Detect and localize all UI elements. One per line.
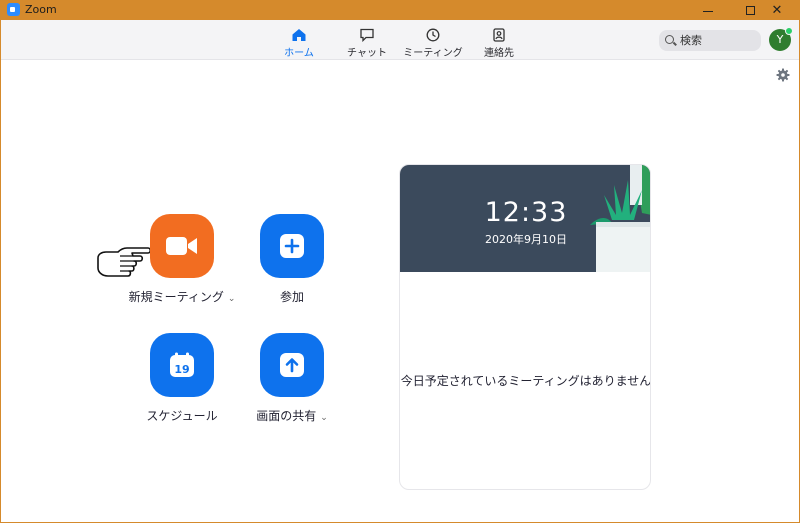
calendar-day-number: 19: [174, 363, 189, 376]
new-meeting-action[interactable]: 新規ミーティング ⌄: [122, 214, 242, 305]
no-meetings-message: 今日予定されているミーティングはありません: [400, 374, 651, 388]
chevron-down-icon[interactable]: ⌄: [320, 413, 328, 423]
search-placeholder: 検索: [680, 34, 702, 47]
zoom-app-icon: [7, 3, 20, 16]
zoom-window: Zoom ✕ ホーム チャット ミーティング 連絡先 検索 Y 新規ミーティング…: [1, 0, 799, 522]
calendar-icon: 19: [170, 352, 194, 377]
new-meeting-button[interactable]: [150, 214, 214, 278]
window-title: Zoom: [25, 3, 57, 16]
minimize-button[interactable]: [686, 0, 730, 20]
share-screen-button[interactable]: [260, 333, 324, 397]
tab-home[interactable]: ホーム: [269, 28, 329, 59]
close-icon: ✕: [771, 2, 783, 18]
share-screen-action[interactable]: 画面の共有 ⌄: [232, 333, 352, 424]
online-status-icon: [785, 27, 793, 35]
tab-home-label: ホーム: [284, 48, 314, 59]
join-action[interactable]: 参加: [232, 214, 352, 305]
tab-meetings[interactable]: ミーティング: [403, 28, 463, 59]
video-camera-icon: [166, 237, 197, 255]
maximize-icon: [745, 5, 755, 15]
tab-contacts[interactable]: 連絡先: [469, 28, 529, 59]
close-button[interactable]: ✕: [755, 0, 799, 20]
current-date: 2020年9月10日: [485, 233, 567, 246]
chat-bubble-icon: [360, 28, 374, 42]
tab-chat-label: チャット: [347, 48, 387, 59]
avatar-initial: Y: [776, 33, 784, 46]
minimize-icon: [703, 10, 713, 12]
contact-card-icon: [493, 28, 505, 42]
schedule-button[interactable]: 19: [150, 333, 214, 397]
share-screen-label: 画面の共有: [256, 409, 317, 423]
tab-contacts-label: 連絡先: [484, 48, 514, 59]
plus-icon: [280, 234, 304, 258]
join-button[interactable]: [260, 214, 324, 278]
card-header: 12:33 2020年9月10日: [400, 165, 650, 272]
search-input[interactable]: 検索: [659, 30, 761, 51]
current-time: 12:33: [484, 197, 568, 228]
clock-icon: [426, 28, 440, 42]
schedule-label: スケジュール: [146, 409, 218, 423]
home-icon: [292, 29, 306, 41]
join-label: 参加: [279, 290, 304, 304]
upcoming-meetings-card: 12:33 2020年9月10日 今日予定されているミーティングはありません: [399, 164, 651, 490]
avatar[interactable]: Y: [769, 27, 793, 51]
tab-meetings-label: ミーティング: [403, 48, 463, 59]
top-navigation: ホーム チャット ミーティング 連絡先 検索 Y: [1, 20, 799, 60]
share-arrow-icon: [280, 353, 304, 377]
tab-chat[interactable]: チャット: [337, 28, 397, 59]
gear-icon[interactable]: [776, 68, 790, 82]
schedule-action[interactable]: 19 スケジュール: [122, 333, 242, 424]
search-icon: [665, 35, 674, 44]
new-meeting-label: 新規ミーティング: [128, 290, 224, 304]
title-bar: Zoom ✕: [1, 0, 799, 20]
